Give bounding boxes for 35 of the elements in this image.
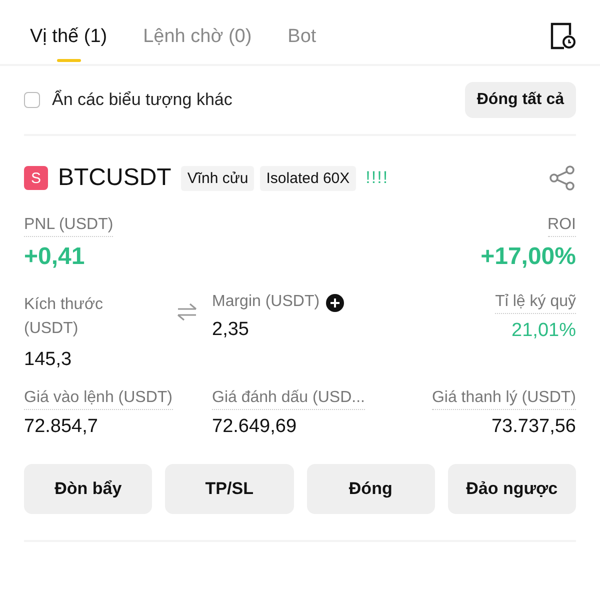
tag: Vĩnh cửu	[181, 166, 254, 190]
stat-value: 21,01%	[512, 320, 576, 342]
pnl-label: PNL (USDT)	[24, 216, 114, 237]
share-icon[interactable]	[548, 165, 576, 191]
roi-value: +17,00%	[480, 243, 576, 271]
stat-value: 72.854,7	[24, 416, 98, 438]
risk-indicator: !!!!	[366, 168, 389, 188]
history-icon[interactable]	[550, 22, 576, 50]
add-icon[interactable]	[326, 294, 344, 312]
close-all-button[interactable]: Đóng tất cả	[464, 82, 576, 118]
tab[interactable]: Lệnh chờ (0)	[137, 24, 258, 62]
stat-label: Kích thước (USDT)	[24, 295, 104, 339]
checkbox[interactable]	[24, 92, 40, 108]
stat-value: 2,35	[212, 319, 249, 341]
action-button[interactable]: Đòn bẩy	[24, 464, 152, 514]
stat-label: Margin (USDT)	[212, 293, 320, 312]
action-button[interactable]: Đóng	[306, 464, 435, 514]
stat-label: Giá vào lệnh (USDT)	[24, 389, 172, 410]
stat-label: Giá đánh dấu (USD...	[212, 389, 365, 410]
tag: Isolated 60X	[260, 166, 356, 190]
checkbox-label: Ẩn các biểu tượng khác	[52, 90, 232, 110]
action-button[interactable]: TP/SL	[165, 464, 294, 514]
stat-label: Giá thanh lý (USDT)	[432, 389, 576, 410]
pnl-value: +0,41	[24, 243, 86, 271]
symbol: BTCUSDT	[58, 164, 172, 192]
stat-value: 72.649,69	[212, 416, 297, 438]
roi-label: ROI	[548, 216, 576, 237]
tab[interactable]: Vị thế (1)	[24, 24, 114, 62]
stat-value: 73.737,56	[491, 416, 576, 438]
swap-icon[interactable]	[176, 303, 198, 321]
stat-value: 145,3	[24, 349, 72, 371]
action-button[interactable]: Đảo ngược	[448, 464, 576, 514]
tab[interactable]: Bot	[282, 24, 322, 62]
stat-label: Tỉ lệ ký quỹ	[495, 293, 576, 314]
side-badge: S	[24, 166, 48, 190]
